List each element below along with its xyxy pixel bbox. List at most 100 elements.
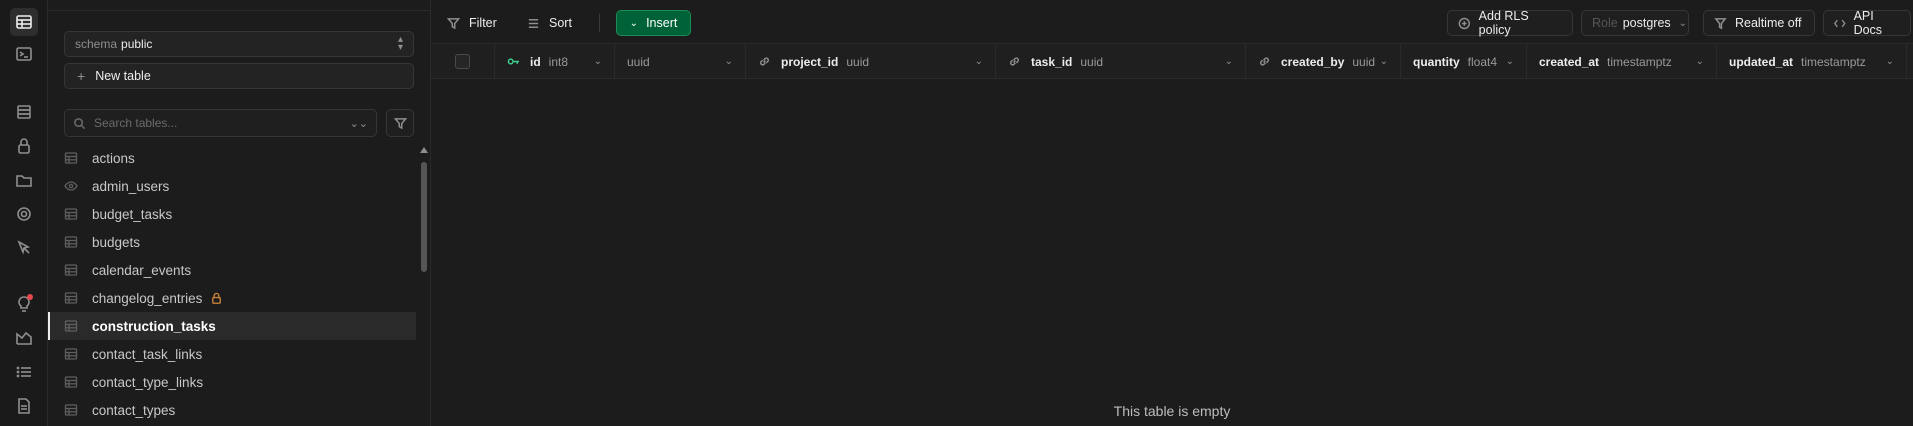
column-header-unnamed[interactable]: uuid ⌄ <box>615 44 746 79</box>
role-select[interactable]: Role postgres ⌄ <box>1581 10 1689 36</box>
table-list-item[interactable]: budgets <box>48 228 416 256</box>
chevron-up-down-icon: ▴ ▾ <box>397 34 403 53</box>
table-icon <box>64 375 78 389</box>
table-icon <box>64 347 78 361</box>
chevron-down-icon[interactable]: ⌄ <box>1886 56 1894 67</box>
add-rls-label: Add RLS policy <box>1478 9 1529 37</box>
chevron-down-icon[interactable]: ⌄ <box>1506 56 1514 67</box>
empty-table-message: This table is empty <box>1113 403 1231 419</box>
storage-icon[interactable] <box>10 166 38 194</box>
search-tables-box[interactable]: ⌄⌄ <box>64 109 377 137</box>
table-icon <box>64 291 78 305</box>
advisors-icon[interactable] <box>10 290 38 318</box>
sidebar-scrollbar[interactable] <box>418 144 430 426</box>
table-editor-icon[interactable] <box>10 8 38 36</box>
scroll-up-arrow-icon[interactable] <box>420 147 428 153</box>
api-docs-icon[interactable] <box>10 392 38 420</box>
column-name: id <box>530 54 541 69</box>
table-name: budgets <box>92 234 141 250</box>
column-type: float4 <box>1467 54 1498 69</box>
scroll-thumb[interactable] <box>421 162 427 272</box>
chevron-down-icon[interactable]: ⌄ <box>594 56 602 67</box>
chevron-down-icon[interactable]: ⌄ <box>1225 56 1233 67</box>
new-table-button[interactable]: + New table <box>64 63 414 89</box>
select-all-checkbox[interactable] <box>455 54 470 69</box>
chevron-down-icon[interactable]: ⌄ <box>725 56 733 67</box>
sort-label: Sort <box>549 16 572 30</box>
column-name: created_at <box>1539 54 1600 69</box>
chevron-down-icon[interactable]: ⌄ <box>975 56 983 67</box>
search-tables-input[interactable] <box>94 116 350 130</box>
table-list-item[interactable]: contact_task_links <box>48 340 416 368</box>
table-list-item[interactable]: changelog_entries <box>48 284 416 312</box>
column-name: project_id <box>781 54 839 69</box>
table-list-item[interactable]: budget_tasks <box>48 200 416 228</box>
table-list-item[interactable]: calendar_events <box>48 256 416 284</box>
filter-tables-button[interactable] <box>386 109 414 137</box>
table-list-item[interactable]: contact_type_links <box>48 368 416 396</box>
table-sidebar: schema public ▴▾ + New table ⌄⌄ actions a… <box>48 0 431 426</box>
auth-icon[interactable] <box>10 132 38 160</box>
insert-button[interactable]: ⌄ Insert <box>616 10 691 36</box>
column-name: updated_at <box>1729 54 1794 69</box>
api-docs-label: API Docs <box>1853 9 1883 37</box>
table-grid-area: Filter Sort ⌄ Insert Add RLS policy Role… <box>431 0 1913 426</box>
table-name: budget_tasks <box>92 206 173 222</box>
toolbar-divider <box>599 14 600 32</box>
filter-button[interactable]: Filter <box>439 10 505 36</box>
chevron-down-icon[interactable]: ⌄ <box>1380 56 1388 67</box>
column-header-task-id[interactable]: task_id uuid ⌄ <box>996 44 1246 79</box>
database-icon[interactable] <box>10 98 38 126</box>
sort-button[interactable]: Sort <box>519 10 580 36</box>
notification-dot <box>27 294 33 300</box>
table-list-item[interactable]: admin_users <box>48 172 416 200</box>
table-icon <box>64 403 78 417</box>
add-rls-policy-button[interactable]: Add RLS policy <box>1447 9 1573 37</box>
reports-icon[interactable] <box>10 324 38 352</box>
table-name: calendar_events <box>92 262 192 278</box>
app-window: schema public ▴▾ + New table ⌄⌄ actionsa… <box>0 0 1913 426</box>
column-name: quantity <box>1413 54 1460 69</box>
column-header-updated-at[interactable]: updated_at timestamptz ⌄ <box>1717 44 1907 79</box>
column-header-created-by[interactable]: created_by uuid ⌄ <box>1246 44 1401 79</box>
schema-value: public <box>121 37 153 51</box>
table-name: contact_type_links <box>92 374 204 390</box>
code-icon <box>1834 19 1846 27</box>
sql-editor-icon[interactable] <box>10 40 38 68</box>
link-icon <box>1259 57 1270 66</box>
column-header-created-at[interactable]: created_at timestamptz ⌄ <box>1527 44 1717 79</box>
grid-toolbar: Filter Sort ⌄ Insert Add RLS policy Role… <box>431 0 1913 44</box>
table-list-item[interactable]: contact_types <box>48 396 416 424</box>
chevron-down-icon: ⌄ <box>1678 17 1688 29</box>
collapse-icon[interactable]: ⌄⌄ <box>350 117 368 130</box>
column-type: timestamptz <box>1607 54 1672 69</box>
table-icon <box>64 235 78 249</box>
link-icon <box>759 57 770 66</box>
edge-functions-icon[interactable] <box>10 200 38 228</box>
chevron-down-icon: ⌄ <box>629 17 639 29</box>
logs-icon[interactable] <box>10 358 38 386</box>
funnel-icon <box>447 17 460 29</box>
table-name: construction_tasks <box>92 318 216 334</box>
table-name: actions <box>92 150 135 166</box>
api-docs-button[interactable]: API Docs <box>1823 9 1911 37</box>
role-value: postgres <box>1622 16 1671 30</box>
column-header-project-id[interactable]: project_id uuid ⌄ <box>746 44 996 79</box>
chevron-down-icon[interactable]: ⌄ <box>1696 56 1704 67</box>
column-type: uuid <box>846 54 870 69</box>
table-name: changelog_entries <box>92 290 203 306</box>
table-list-item[interactable]: construction_tasks <box>48 312 416 340</box>
eye-icon <box>64 179 78 193</box>
column-header-quantity[interactable]: quantity float4 ⌄ <box>1401 44 1527 79</box>
realtime-toggle-button[interactable]: Realtime off <box>1703 10 1815 36</box>
select-all-cell <box>431 44 495 79</box>
column-name: task_id <box>1031 54 1073 69</box>
table-icon <box>64 207 78 221</box>
sort-icon <box>528 18 539 28</box>
table-list-item[interactable]: actions <box>48 144 416 172</box>
column-type: timestamptz <box>1801 54 1866 69</box>
column-type: uuid <box>1352 54 1376 69</box>
column-header-id[interactable]: id int8 ⌄ <box>495 44 615 79</box>
realtime-icon[interactable] <box>10 234 38 262</box>
schema-select[interactable]: schema public ▴ ▾ <box>64 31 414 57</box>
